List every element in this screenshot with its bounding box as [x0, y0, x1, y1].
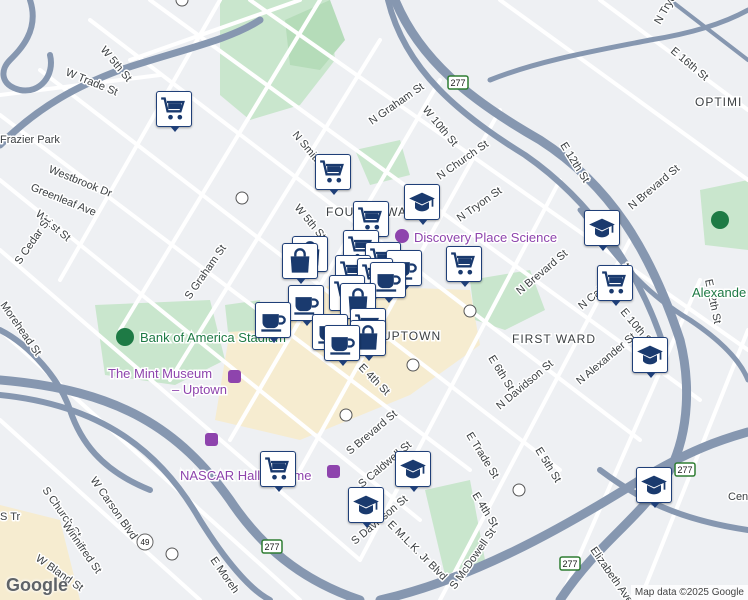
grocery-store-marker[interactable] — [446, 246, 482, 287]
poi-label-mint-museum: – Uptown — [172, 382, 227, 397]
coffee-shop-marker[interactable] — [255, 302, 291, 343]
street-label: Cen — [728, 491, 748, 503]
grocery-store-marker[interactable] — [260, 451, 296, 492]
highway-277-label: 277 — [264, 542, 279, 552]
street-label: W 10th St — [420, 104, 460, 149]
park-icon — [711, 211, 729, 229]
street-label: E Trade St — [463, 430, 501, 480]
poi-label-mint-museum: The Mint Museum — [108, 366, 212, 381]
street-label: E 6th St — [485, 353, 516, 393]
highway-49-label: 49 — [141, 538, 150, 547]
poi-label-discovery-place: Discovery Place Science — [414, 230, 557, 245]
graduation-cap-icon — [640, 471, 668, 499]
grocery-store-marker[interactable] — [315, 154, 351, 195]
school-marker[interactable] — [395, 451, 431, 492]
school-marker[interactable] — [632, 337, 668, 378]
shopping-cart-icon — [160, 95, 188, 123]
map-attribution[interactable]: Map data ©2025 Google — [630, 585, 748, 600]
graduation-cap-icon — [399, 455, 427, 483]
street-label: E Moreh — [208, 555, 242, 596]
shopping-bag-icon — [286, 247, 314, 275]
school-marker[interactable] — [636, 467, 672, 508]
museum-icon — [228, 370, 241, 383]
graduation-cap-icon — [408, 188, 436, 216]
school-marker[interactable] — [348, 487, 384, 528]
area-label-first-ward: FIRST WARD — [512, 332, 596, 346]
museum-icon — [395, 229, 409, 243]
map-canvas[interactable]: 277 277 277 277 49 W 5th St W Trade St F… — [0, 0, 748, 600]
coffee-shop-marker[interactable] — [324, 325, 360, 366]
street-label: N Brevard St — [626, 163, 682, 213]
street-label: E 12th St — [557, 140, 591, 185]
graduation-cap-icon — [352, 491, 380, 519]
coffee-cup-icon — [328, 329, 356, 357]
street-label: Elizabeth Ave — [588, 545, 636, 600]
highway-277-label: 277 — [562, 559, 577, 569]
street-label: S Tr — [0, 511, 21, 523]
poi-label-alexander: Alexande — [692, 285, 746, 300]
coffee-cup-icon — [259, 306, 287, 334]
coffee-cup-icon — [374, 266, 402, 294]
area-label-uptown: UPTOWN — [382, 329, 441, 343]
area-label: OPTIMI — [695, 95, 742, 109]
street-label: N Tryon St — [455, 185, 504, 225]
street-label: E 16th St — [668, 45, 710, 83]
grocery-store-marker[interactable] — [597, 265, 633, 306]
graduation-cap-icon — [636, 341, 664, 369]
coffee-cup-icon — [292, 289, 320, 317]
graduation-cap-icon — [588, 214, 616, 242]
grocery-store-marker[interactable] — [156, 91, 192, 132]
street-label: E 5th St — [532, 445, 563, 485]
street-label: N Tryon St — [652, 0, 688, 26]
museum-icon — [327, 465, 340, 478]
shopping-cart-icon — [319, 158, 347, 186]
shopping-cart-icon — [450, 250, 478, 278]
google-logo: Google — [6, 575, 68, 595]
street-label: Frazier Park — [0, 134, 60, 146]
shopping-cart-icon — [264, 455, 292, 483]
shopping-cart-icon — [601, 269, 629, 297]
clothing-store-marker[interactable] — [282, 243, 318, 284]
school-marker[interactable] — [404, 184, 440, 225]
highway-277-label: 277 — [677, 465, 692, 475]
school-marker[interactable] — [584, 210, 620, 251]
street-label: S Cedar St — [13, 216, 54, 267]
highway-277-label: 277 — [450, 78, 465, 88]
stadium-icon — [116, 328, 134, 346]
museum-icon — [205, 433, 218, 446]
shopping-cart-icon — [357, 205, 385, 233]
